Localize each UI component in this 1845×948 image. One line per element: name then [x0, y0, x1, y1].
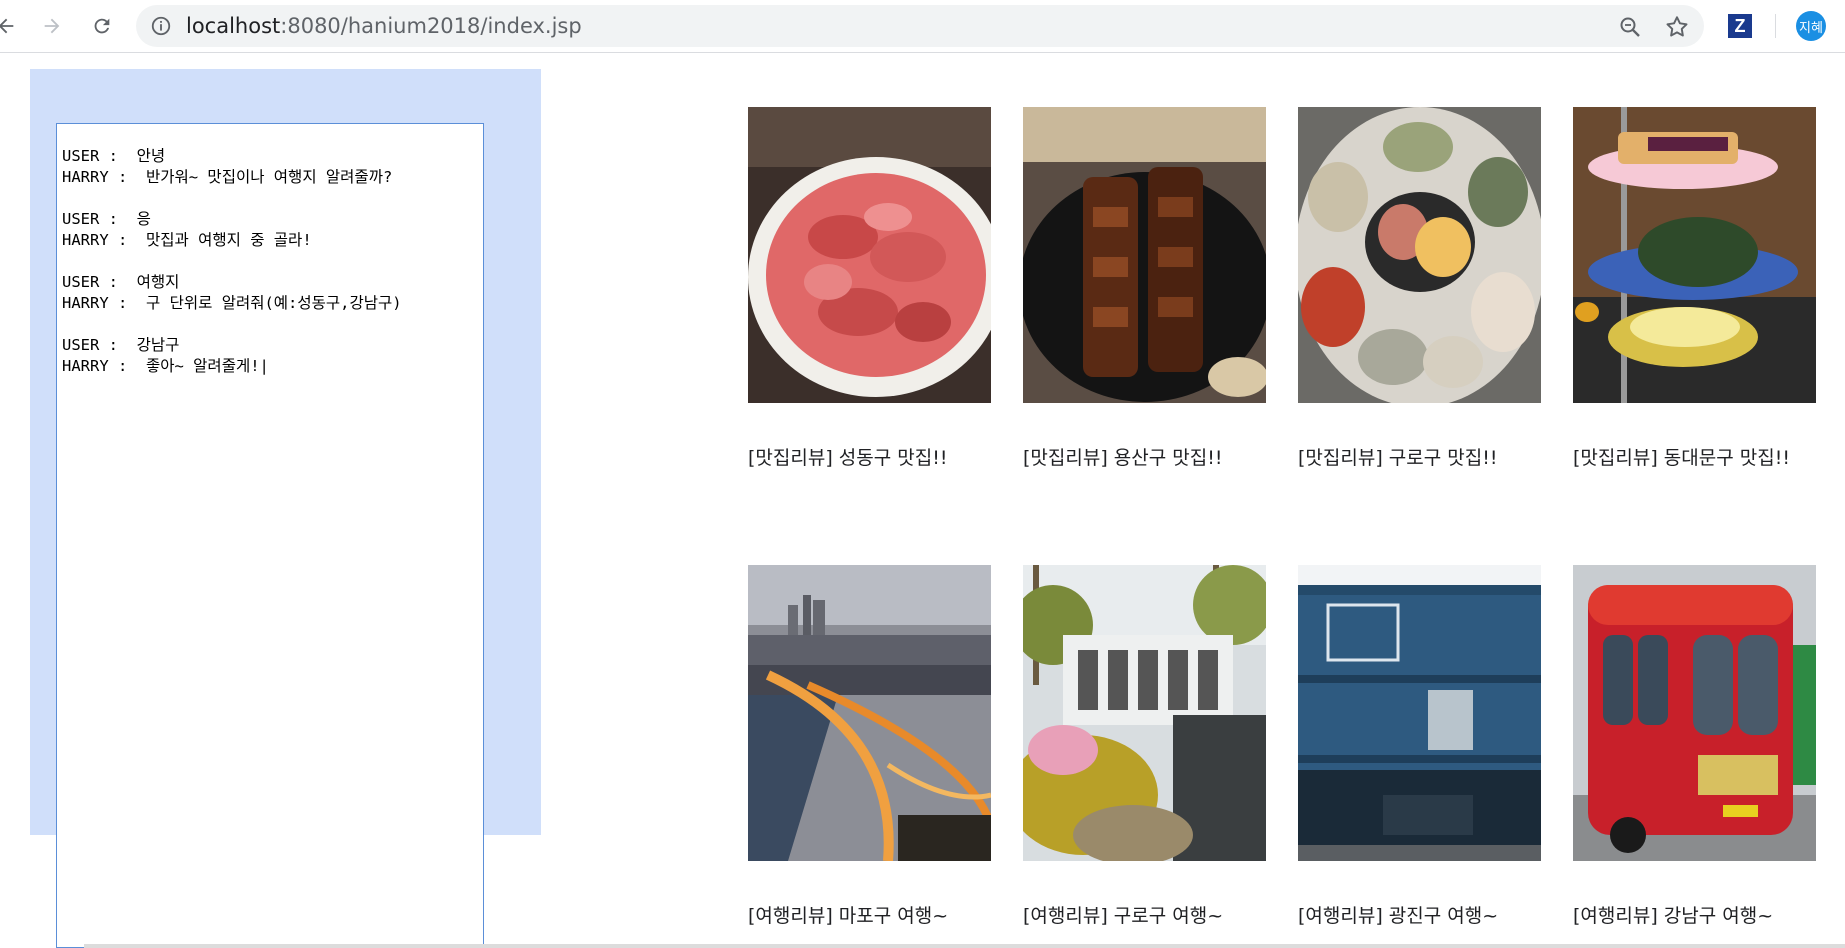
reload-button[interactable] [86, 10, 118, 42]
star-icon[interactable] [1664, 14, 1690, 40]
back-arrow-icon [0, 18, 14, 34]
info-icon[interactable] [150, 15, 172, 37]
travel-photo-container-mall[interactable] [1298, 565, 1541, 861]
forward-arrow-icon [44, 18, 60, 34]
travel-review-caption[interactable]: [여행리뷰] 광진구 여행~ [1298, 901, 1598, 928]
url-host: localhost [186, 14, 281, 38]
forward-button[interactable] [36, 10, 68, 42]
food-review-caption[interactable]: [맛집리뷰] 용산구 맛집!! [1023, 443, 1323, 470]
travel-review-caption[interactable]: [여행리뷰] 강남구 여행~ [1573, 901, 1845, 928]
food-photo-dessert-tower[interactable] [1573, 107, 1816, 403]
horizontal-scrollbar[interactable] [84, 944, 1845, 948]
food-photo-raw-beef-plate[interactable] [748, 107, 991, 403]
travel-photo-tour-bus[interactable] [1573, 565, 1816, 861]
browser-toolbar: localhost:8080/hanium2018/index.jsp Z 지혜 [0, 0, 1845, 53]
travel-photo-river-night-view[interactable] [748, 565, 991, 861]
zoom-icon[interactable] [1618, 15, 1642, 39]
travel-review-caption[interactable]: [여행리뷰] 구로구 여행~ [1023, 901, 1323, 928]
food-review-caption[interactable]: [맛집리뷰] 동대문구 맛집!! [1573, 443, 1845, 470]
food-review-caption[interactable]: [맛집리뷰] 구로구 맛집!! [1298, 443, 1598, 470]
chat-log-textarea[interactable]: USER : 안녕 HARRY : 반가워~ 맛집이나 여행지 알려줄까? US… [56, 123, 484, 948]
address-bar[interactable]: localhost:8080/hanium2018/index.jsp [136, 5, 1704, 47]
url-path: :8080/hanium2018/index.jsp [280, 14, 582, 38]
travel-review-caption[interactable]: [여행리뷰] 마포구 여행~ [748, 901, 1048, 928]
food-photo-grilled-ribs[interactable] [1023, 107, 1266, 403]
toolbar-divider [1775, 14, 1776, 38]
food-review-caption[interactable]: [맛집리뷰] 성동구 맛집!! [748, 443, 1048, 470]
profile-avatar[interactable]: 지혜 [1796, 11, 1826, 41]
travel-photo-garden-sign[interactable] [1023, 565, 1266, 861]
food-photo-seafood-platter[interactable] [1298, 107, 1541, 403]
reload-icon [94, 18, 110, 34]
back-button[interactable] [0, 10, 22, 42]
extension-z-icon[interactable]: Z [1728, 14, 1752, 38]
url-text[interactable]: localhost:8080/hanium2018/index.jsp [186, 5, 582, 47]
